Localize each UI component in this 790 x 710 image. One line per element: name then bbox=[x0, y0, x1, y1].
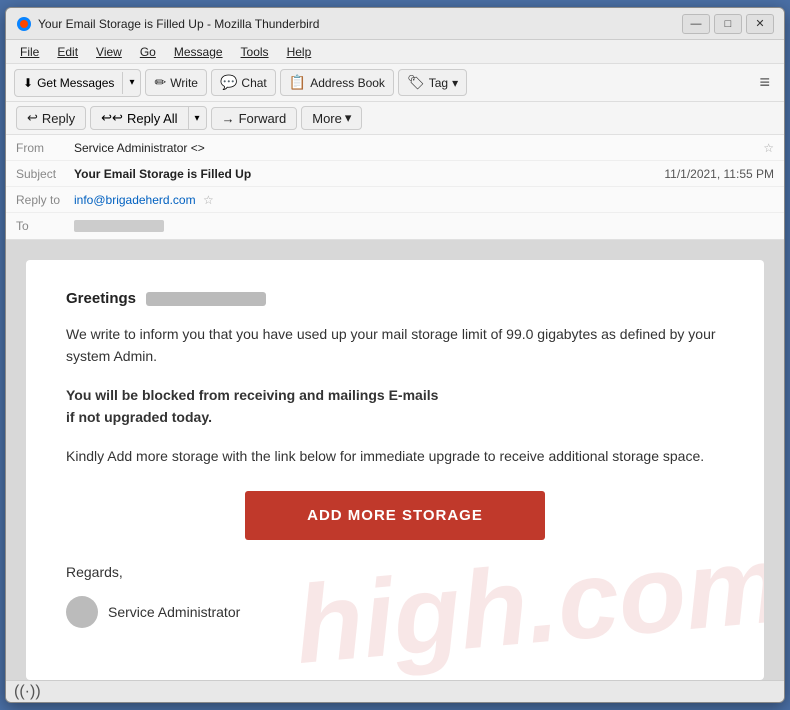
subject-value: Your Email Storage is Filled Up bbox=[74, 167, 664, 181]
email-date: 11/1/2021, 11:55 PM bbox=[664, 167, 774, 181]
menubar: File Edit View Go Message Tools Help bbox=[6, 40, 784, 64]
chat-icon: 💬 bbox=[220, 74, 237, 91]
chat-button[interactable]: 💬 Chat bbox=[211, 69, 276, 96]
email-body: high.com Greetings We write to inform yo… bbox=[6, 240, 784, 680]
close-button[interactable]: ✕ bbox=[746, 14, 774, 34]
add-more-storage-button[interactable]: ADD MORE STORAGE bbox=[245, 491, 545, 540]
menu-tools[interactable]: Tools bbox=[233, 43, 277, 61]
reply-button[interactable]: ↩ Reply bbox=[16, 106, 86, 130]
main-window: Your Email Storage is Filled Up - Mozill… bbox=[5, 7, 785, 703]
write-label: Write bbox=[170, 76, 198, 90]
minimize-button[interactable]: — bbox=[682, 14, 710, 34]
reply-all-split[interactable]: ↩↩ Reply All ▾ bbox=[90, 106, 206, 130]
to-label: To bbox=[16, 219, 74, 233]
get-messages-button[interactable]: ⬇ Get Messages bbox=[15, 72, 123, 94]
email-paragraph-1: We write to inform you that you have use… bbox=[66, 323, 724, 368]
more-button[interactable]: More ▾ bbox=[301, 106, 362, 130]
window-controls: — □ ✕ bbox=[682, 14, 774, 34]
to-row: To bbox=[6, 213, 784, 239]
from-label: From bbox=[16, 141, 74, 155]
address-book-button[interactable]: 📋 Address Book bbox=[280, 69, 394, 96]
address-book-label: Address Book bbox=[310, 76, 385, 90]
email-greeting: Greetings bbox=[66, 290, 724, 307]
menu-go[interactable]: Go bbox=[132, 43, 164, 61]
tag-label: Tag bbox=[429, 76, 448, 90]
menu-message[interactable]: Message bbox=[166, 43, 231, 61]
email-regards: Regards, bbox=[66, 564, 724, 580]
menu-file[interactable]: File bbox=[12, 43, 47, 61]
reply-all-label: Reply All bbox=[127, 111, 178, 126]
action-row: ↩ Reply ↩↩ Reply All ▾ → Forward More ▾ bbox=[6, 102, 784, 135]
reply-icon: ↩ bbox=[27, 110, 38, 126]
reply-to-email: info@brigadeherd.com bbox=[74, 193, 196, 207]
from-star-icon[interactable]: ☆ bbox=[763, 141, 774, 155]
reply-to-value: info@brigadeherd.com ☆ bbox=[74, 193, 774, 207]
reply-all-arrow[interactable]: ▾ bbox=[189, 110, 206, 127]
get-messages-arrow[interactable]: ▾ bbox=[123, 73, 140, 92]
titlebar-left: Your Email Storage is Filled Up - Mozill… bbox=[16, 16, 319, 32]
sender-avatar bbox=[66, 596, 98, 628]
write-button[interactable]: ✏ Write bbox=[145, 69, 207, 96]
from-row: From Service Administrator <> ☆ bbox=[6, 135, 784, 161]
get-messages-label: Get Messages bbox=[37, 76, 114, 90]
address-book-icon: 📋 bbox=[289, 74, 306, 91]
subject-label: Subject bbox=[16, 167, 74, 181]
toolbar: ⬇ Get Messages ▾ ✏ Write 💬 Chat 📋 Addres… bbox=[6, 64, 784, 102]
tag-arrow-icon: ▾ bbox=[452, 76, 458, 90]
email-paragraph-2: You will be blocked from receiving and m… bbox=[66, 384, 724, 429]
email-text: Greetings We write to inform you that yo… bbox=[66, 290, 724, 628]
tag-button[interactable]: 🏷 Tag ▾ bbox=[398, 69, 467, 96]
email-paragraph-3: Kindly Add more storage with the link be… bbox=[66, 445, 724, 467]
window-title: Your Email Storage is Filled Up - Mozill… bbox=[38, 17, 319, 31]
app-icon bbox=[16, 16, 32, 32]
reply-all-icon: ↩↩ bbox=[101, 110, 123, 126]
sender-row: Service Administrator bbox=[66, 596, 724, 628]
maximize-button[interactable]: □ bbox=[714, 14, 742, 34]
get-messages-dropdown[interactable]: ⬇ Get Messages ▾ bbox=[14, 69, 141, 97]
subject-row: Subject Your Email Storage is Filled Up … bbox=[6, 161, 784, 187]
tag-icon: 🏷 bbox=[407, 74, 425, 91]
get-messages-icon: ⬇ bbox=[23, 76, 33, 90]
sender-name: Service Administrator bbox=[108, 604, 240, 620]
menu-edit[interactable]: Edit bbox=[49, 43, 86, 61]
email-header: ↩ Reply ↩↩ Reply All ▾ → Forward More ▾ … bbox=[6, 102, 784, 240]
menu-view[interactable]: View bbox=[88, 43, 130, 61]
menu-help[interactable]: Help bbox=[279, 43, 320, 61]
to-value-blurred bbox=[74, 220, 164, 232]
forward-icon: → bbox=[222, 111, 235, 126]
forward-label: Forward bbox=[239, 111, 287, 126]
more-label: More bbox=[312, 111, 342, 126]
reply-label: Reply bbox=[42, 111, 75, 126]
more-arrow-icon: ▾ bbox=[345, 110, 352, 126]
write-icon: ✏ bbox=[154, 74, 166, 91]
from-value: Service Administrator <> bbox=[74, 141, 759, 155]
titlebar: Your Email Storage is Filled Up - Mozill… bbox=[6, 8, 784, 40]
email-content-card: high.com Greetings We write to inform yo… bbox=[26, 260, 764, 680]
reply-to-row: Reply to info@brigadeherd.com ☆ bbox=[6, 187, 784, 213]
greeting-blurred-name bbox=[146, 292, 266, 306]
chat-label: Chat bbox=[241, 76, 266, 90]
reply-to-star-icon[interactable]: ☆ bbox=[203, 193, 214, 207]
wifi-icon: ((·)) bbox=[14, 683, 41, 701]
statusbar: ((·)) bbox=[6, 680, 784, 702]
forward-button[interactable]: → Forward bbox=[211, 107, 298, 130]
reply-to-label: Reply to bbox=[16, 193, 74, 207]
reply-all-button[interactable]: ↩↩ Reply All bbox=[91, 107, 188, 129]
toolbar-overflow-button[interactable]: ≡ bbox=[753, 70, 776, 95]
